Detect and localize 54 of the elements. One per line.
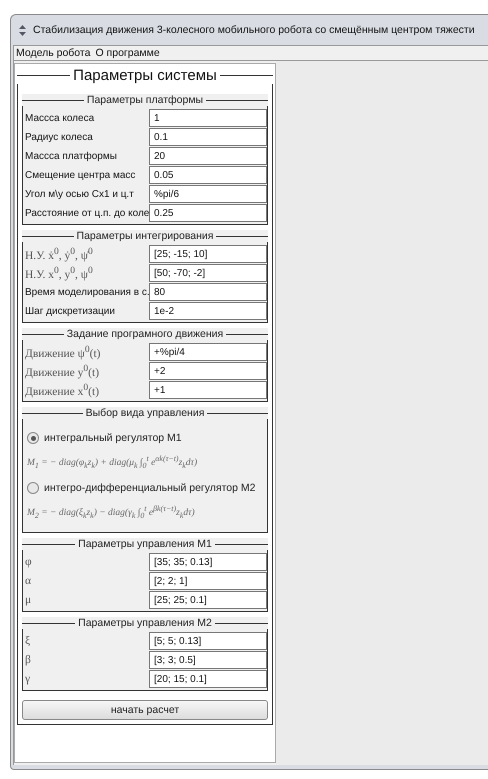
menu-item[interactable]: О программе (95, 47, 160, 59)
input-field[interactable]: +%pi/4 (149, 343, 267, 361)
app-icon (17, 24, 28, 36)
window-title: Стабилизация движения 3-колесного мобильного робота со смещённым центром тяжести (33, 24, 475, 36)
field-label: Массса колеса (25, 112, 96, 124)
field-label: Шаг дискретизации (25, 306, 116, 316)
field-label: Н.У. ẋ$^{0}$, ẏ$^{0}$, ψ̇$^{0}$ (25, 246, 94, 262)
start-button[interactable]: начать расчет (22, 700, 268, 720)
input-field[interactable]: 0.05 (149, 166, 267, 184)
group-title: Параметры платформы (86, 94, 204, 106)
field-label: β (25, 654, 32, 666)
field-label: Движение x$^{0}$(t) (25, 382, 100, 398)
input-field[interactable]: [50; -70; -2] (149, 264, 267, 282)
input-field[interactable]: %pi/6 (149, 185, 267, 203)
field-label: Угол м\у осью Сх1 и ц.т (25, 188, 135, 200)
input-field[interactable]: [35; 35; 0.13] (149, 553, 267, 572)
field-label: Движение y$^{0}$(t) (25, 363, 100, 379)
group-title: Параметры интегрирования (76, 230, 214, 242)
group-title: Параметры управления М1 (78, 538, 212, 550)
input-field[interactable]: 0.1 (149, 128, 267, 146)
field-label: γ (25, 673, 32, 686)
group-title: Выбор вида управления (86, 407, 204, 419)
input-field[interactable]: 20 (149, 147, 267, 165)
field-label: Радиус колеса (25, 132, 94, 142)
group-title: Задание програмного движения (66, 328, 224, 340)
radio-button[interactable] (27, 482, 39, 494)
input-field[interactable]: [25; -15; 10] (149, 245, 267, 263)
panel-title: Параметры системы (73, 67, 217, 84)
field-label: Движение ψ$^{0}$(t) (25, 344, 102, 360)
field-label: Смещение центра масс (25, 170, 136, 180)
field-label: Время моделирования в с. (25, 286, 149, 298)
radio-button[interactable] (27, 432, 39, 444)
formula: M$_{2}$ = − diag(ξ$_{k}$z$_{k}$) − diag(γ$_{k}$ ∫$_{0}$$^{t}$ e$^{βk(τ−t)}$z$_{k}$dτ) (27, 503, 196, 522)
input-field[interactable]: +2 (149, 362, 267, 380)
field-label: ξ (25, 635, 32, 648)
formula: M$_{1}$ = − diag(φ$_{k}$z$_{k}$) + diag(μ$_{k}$ ∫$_{0}$$^{t}$ e$^{αk(τ−t)}$z$_{k}$dτ) (27, 453, 198, 472)
field-label: Расстояние от ц.п. до коле (25, 208, 149, 218)
menu-item[interactable]: Модель робота (16, 47, 90, 59)
input-field[interactable]: 1e-2 (149, 302, 267, 320)
field-label: φ (25, 556, 33, 568)
field-label: Н.У. x$^{0}$, y$^{0}$, ψ$^{0}$ (25, 265, 94, 281)
input-field[interactable]: [5; 5; 0.13] (149, 632, 267, 650)
input-field[interactable]: 80 (149, 283, 267, 301)
field-label: Массса платформы (25, 150, 118, 162)
field-label: α (25, 575, 32, 588)
field-label: μ (25, 594, 32, 606)
input-field[interactable]: [3; 3; 0.5] (149, 651, 267, 670)
input-field[interactable]: [20; 15; 0.1] (149, 670, 267, 688)
input-field[interactable]: +1 (149, 381, 267, 399)
input-field[interactable]: 1 (149, 109, 267, 127)
input-field[interactable]: [25; 25; 0.1] (149, 591, 267, 610)
input-field[interactable]: 0.25 (149, 204, 267, 222)
group-title: Параметры управления М2 (78, 617, 212, 630)
input-field[interactable]: [2; 2; 1] (149, 572, 267, 590)
